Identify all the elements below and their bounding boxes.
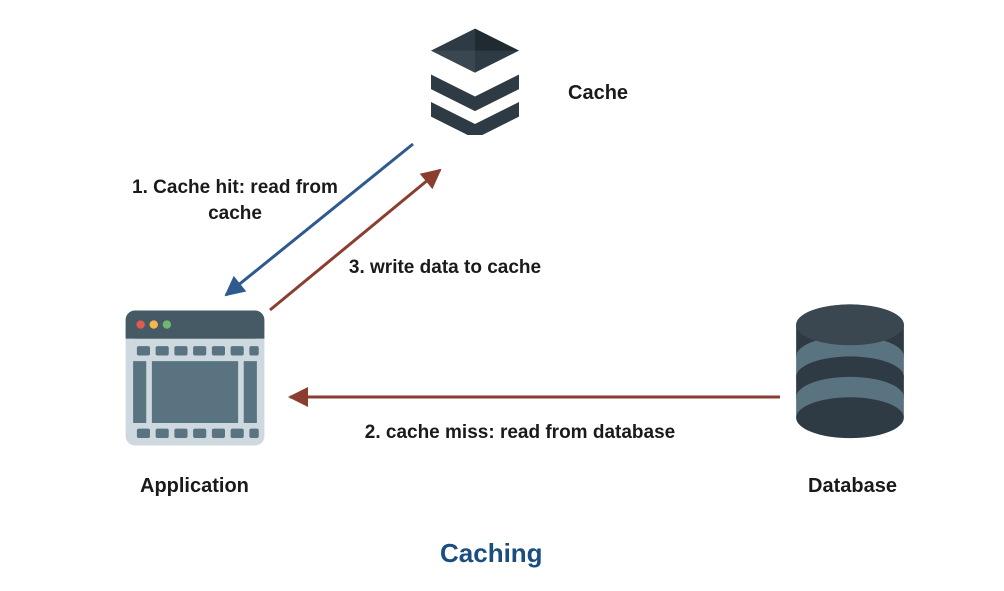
edge-label-write-cache: 3. write data to cache [315, 255, 575, 281]
application-icon [120, 303, 270, 453]
database-label: Database [808, 475, 897, 498]
application-label: Application [140, 475, 249, 498]
cache-label: Cache [568, 82, 628, 105]
edge-label-cache-miss: 2. cache miss: read from database [330, 420, 710, 446]
cache-icon [410, 25, 540, 135]
edge-label-cache-hit: 1. Cache hit: read from cache [105, 175, 365, 226]
diagram-title: Caching [440, 538, 543, 569]
database-icon [785, 300, 915, 450]
